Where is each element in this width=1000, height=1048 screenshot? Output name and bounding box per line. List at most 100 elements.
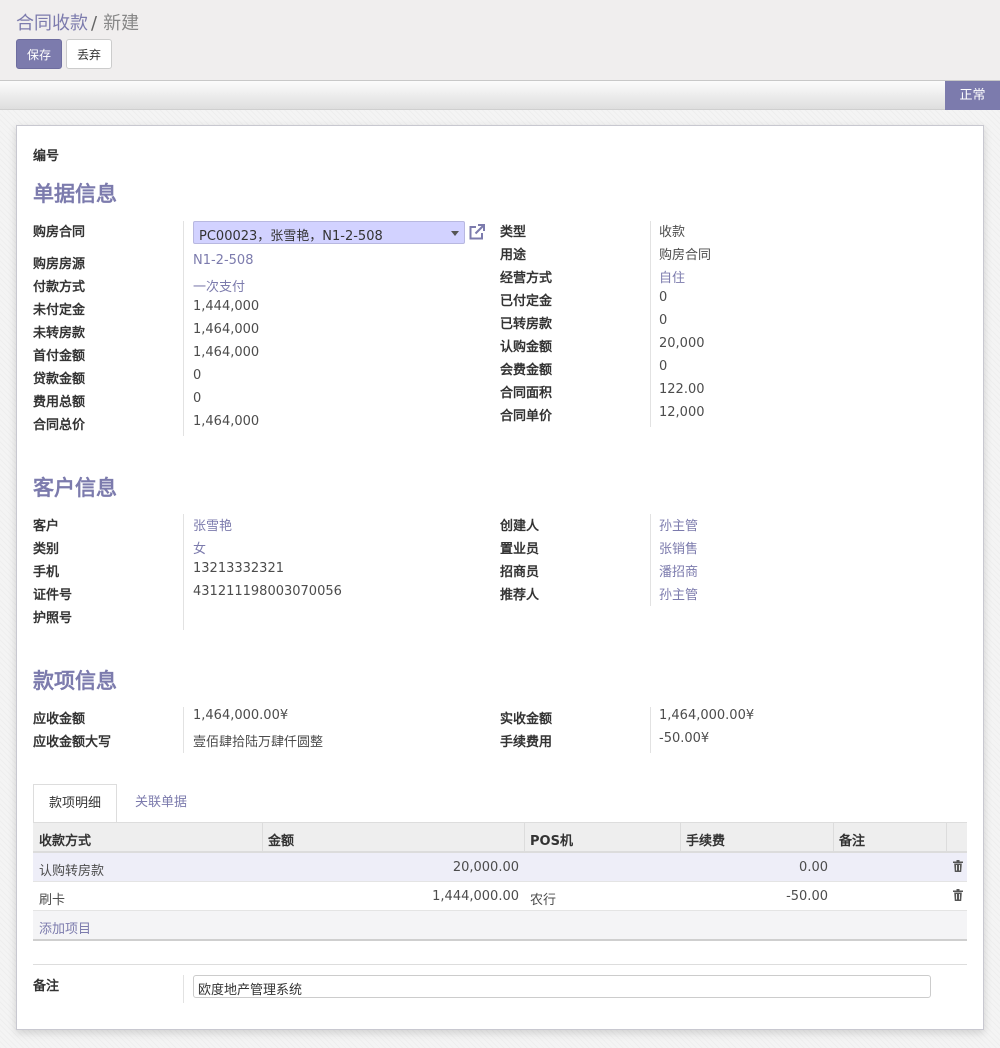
field-value: 20,000 — [659, 336, 705, 351]
customer-link[interactable]: 张雪艳 — [193, 515, 232, 534]
divider — [650, 221, 651, 427]
add-row: 添加项目 — [33, 911, 967, 941]
breadcrumb-parent[interactable]: 合同收款 — [16, 13, 88, 34]
field-label: 首付金额 — [33, 349, 86, 364]
breadcrumb-current: 新建 — [103, 13, 140, 34]
external-link-icon[interactable] — [467, 223, 486, 242]
note-label: 备注 — [33, 979, 60, 994]
field-value: 0 — [193, 391, 202, 406]
divider — [650, 514, 651, 606]
status-bar: 正常 — [0, 80, 1000, 110]
field-label: 已转房款 — [500, 317, 553, 332]
field-value: 1,464,000 — [193, 345, 260, 360]
field-value: 1,464,000 — [193, 414, 260, 429]
field-label: 用途 — [500, 248, 527, 263]
column-header[interactable]: 金额 — [268, 830, 294, 849]
field-label: 会费金额 — [500, 363, 553, 378]
field-label: 未转房款 — [33, 326, 86, 341]
divider — [183, 975, 184, 1003]
field-label: 合同单价 — [500, 409, 553, 424]
divider — [183, 514, 184, 630]
field-label: 手续费用 — [500, 735, 553, 750]
field-label: 实收金额 — [500, 712, 553, 727]
field-value: 431211198003070056 — [193, 584, 342, 599]
field-label: 付款方式 — [33, 280, 86, 295]
cell-method: 认购转房款 — [39, 864, 105, 879]
field-value: 0 — [659, 359, 668, 374]
caret-down-icon[interactable] — [451, 231, 459, 236]
trash-icon[interactable] — [953, 889, 963, 901]
section-title-doc: 单据信息 — [33, 182, 117, 206]
operation-mode-link[interactable]: 自住 — [659, 267, 685, 286]
contract-select-value: PC00023，张雪艳，N1-2-508 — [199, 229, 383, 244]
section-title-payment: 款项信息 — [33, 669, 117, 693]
field-label: 应收金额 — [33, 712, 86, 727]
tab-payment-details[interactable]: 款项明细 — [33, 784, 117, 823]
field-value: -50.00¥ — [659, 731, 710, 746]
field-label: 推荐人 — [500, 588, 540, 603]
field-label: 护照号 — [33, 611, 73, 626]
field-value: 13213332321 — [193, 561, 284, 576]
tab-related-docs[interactable]: 关联单据 — [135, 784, 187, 822]
category-link[interactable]: 女 — [193, 538, 206, 557]
field-label: 未付定金 — [33, 303, 86, 318]
section-title-customer: 客户信息 — [33, 476, 117, 500]
column-header[interactable]: POS机 — [530, 830, 573, 849]
field-value: 1,464,000.00¥ — [193, 708, 289, 723]
cell-amount: 1,444,000.00 — [432, 889, 519, 904]
field-value: 122.00 — [659, 382, 705, 397]
column-header[interactable]: 备注 — [839, 830, 865, 849]
field-label: 创建人 — [500, 519, 540, 534]
form-sheet: 编号 单据信息 购房合同 PC00023，张雪艳，N1-2-508 购房房源 N… — [16, 125, 984, 1030]
field-value: 1,464,000.00¥ — [659, 708, 755, 723]
recruiter-link[interactable]: 潘招商 — [659, 561, 698, 580]
field-label: 经营方式 — [500, 271, 553, 286]
table-row[interactable]: 认购转房款 20,000.00 0.00 — [33, 853, 967, 882]
field-label: 置业员 — [500, 542, 540, 557]
status-badge[interactable]: 正常 — [945, 81, 1000, 110]
field-value: 0 — [659, 290, 668, 305]
table-row[interactable]: 刷卡 1,444,000.00 农行 -50.00 — [33, 882, 967, 911]
salesperson-link[interactable]: 张销售 — [659, 538, 698, 557]
discard-button[interactable]: 丢弃 — [66, 39, 112, 69]
field-label: 类型 — [500, 225, 527, 240]
table-header: 收款方式 金额 POS机 手续费 备注 — [33, 823, 967, 853]
field-label: 应收金额大写 — [33, 735, 112, 750]
column-header[interactable]: 手续费 — [686, 830, 725, 849]
cell-amount: 20,000.00 — [452, 860, 519, 875]
field-value: 12,000 — [659, 405, 705, 420]
payment-method-link[interactable]: 一次支付 — [193, 276, 245, 295]
column-separator — [680, 823, 681, 853]
divider — [183, 707, 184, 753]
note-input[interactable]: 欧度地产管理系统 — [193, 975, 931, 998]
divider — [650, 707, 651, 753]
column-separator — [946, 823, 947, 853]
divider — [183, 221, 184, 436]
field-label: 购房房源 — [33, 257, 86, 272]
control-panel: 合同收款 / 新建 保存 丢弃 — [0, 0, 1000, 80]
property-link[interactable]: N1-2-508 — [193, 253, 253, 268]
add-item-link[interactable]: 添加项目 — [39, 918, 91, 937]
cell-pos: 农行 — [530, 893, 557, 908]
breadcrumb: 合同收款 / 新建 — [16, 9, 139, 35]
field-value: 1,464,000 — [193, 322, 260, 337]
separator — [33, 964, 967, 965]
field-label: 认购金额 — [500, 340, 553, 355]
contract-select[interactable]: PC00023，张雪艳，N1-2-508 — [193, 221, 465, 244]
save-button[interactable]: 保存 — [16, 39, 62, 69]
column-header[interactable]: 收款方式 — [39, 830, 91, 849]
field-label: 购房合同 — [33, 225, 86, 240]
referrer-link[interactable]: 孙主管 — [659, 584, 698, 603]
column-separator — [524, 823, 525, 853]
field-value: 1,444,000 — [193, 299, 260, 314]
field-label: 手机 — [33, 565, 60, 580]
cell-fee: -50.00 — [786, 889, 828, 904]
field-value: 购房合同 — [659, 248, 712, 263]
field-label: 贷款金额 — [33, 372, 86, 387]
creator-link[interactable]: 孙主管 — [659, 515, 698, 534]
breadcrumb-separator: / — [91, 13, 98, 34]
field-label: 已付定金 — [500, 294, 553, 309]
field-label: 客户 — [33, 519, 60, 534]
column-separator — [262, 823, 263, 853]
trash-icon[interactable] — [953, 860, 963, 872]
